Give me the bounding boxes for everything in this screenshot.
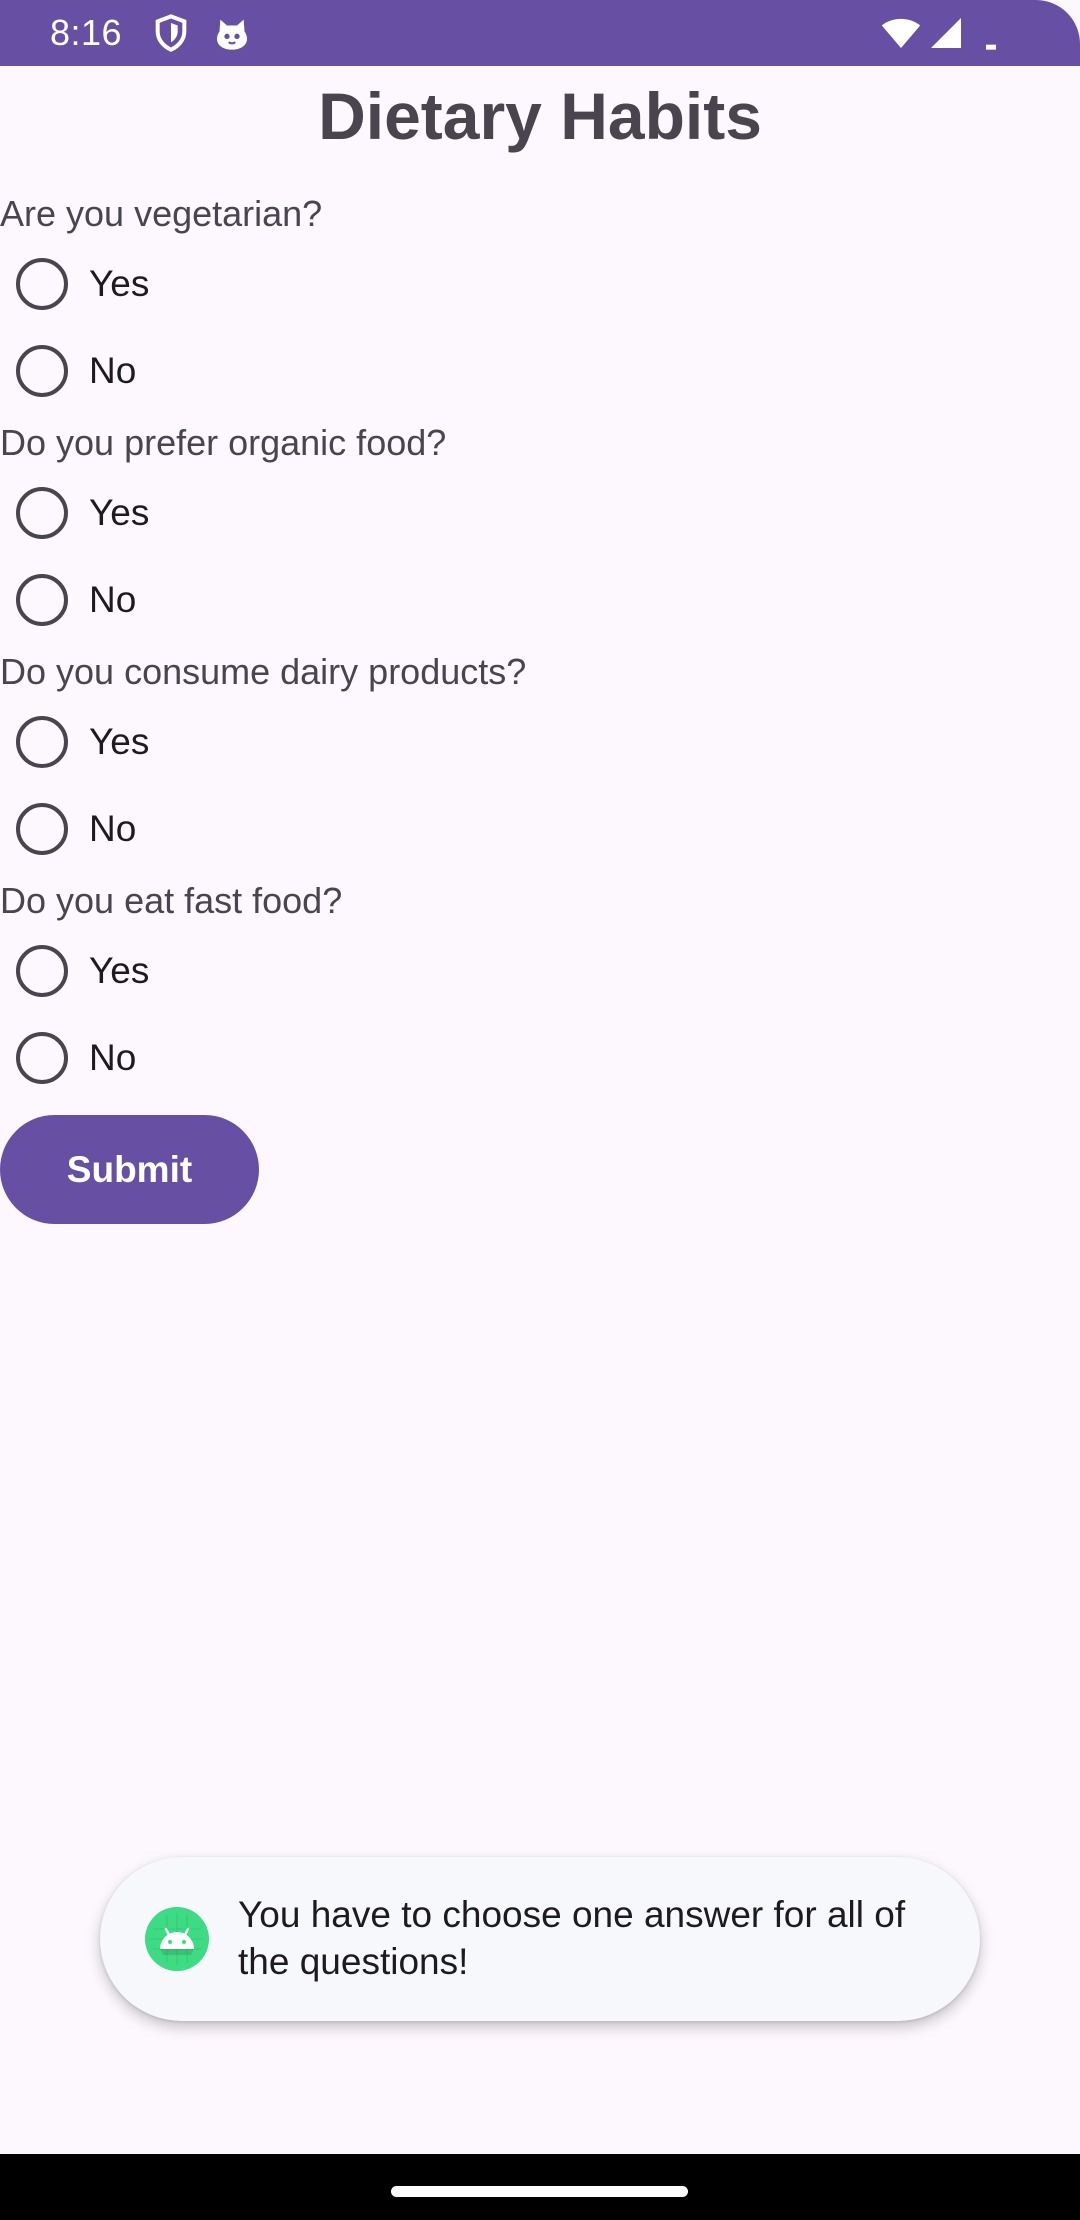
page-title: Dietary Habits xyxy=(318,79,762,153)
vegetarian-no-option[interactable]: No xyxy=(0,327,240,415)
shield-icon xyxy=(151,13,191,53)
status-bar: 8:16 xyxy=(0,0,1080,66)
status-time: 8:16 xyxy=(50,12,123,53)
option-label: Yes xyxy=(89,263,150,304)
cat-face-icon xyxy=(212,13,252,53)
organic-no-option[interactable]: No xyxy=(0,556,240,644)
fast-food-no-option[interactable]: No xyxy=(0,1014,240,1102)
radio-button[interactable] xyxy=(16,258,68,310)
fast-food-yes-option[interactable]: Yes xyxy=(0,927,240,1015)
radio-button[interactable] xyxy=(16,803,68,855)
cellular-signal-icon xyxy=(928,13,964,53)
question-vegetarian: Are you vegetarian? xyxy=(0,193,323,234)
question-organic-food: Do you prefer organic food? xyxy=(0,422,447,463)
option-label: No xyxy=(89,1037,137,1078)
option-label: Yes xyxy=(89,721,150,762)
android-app-icon xyxy=(145,1907,209,1971)
option-label: No xyxy=(89,808,137,849)
option-label: No xyxy=(89,350,137,391)
home-handle[interactable] xyxy=(391,2186,688,2197)
dairy-no-option[interactable]: No xyxy=(0,785,240,873)
radio-button[interactable] xyxy=(16,945,68,997)
toast-message: You have to choose one answer for all of… xyxy=(100,1857,980,2021)
dairy-yes-option[interactable]: Yes xyxy=(0,698,240,786)
option-label: No xyxy=(89,579,137,620)
radio-button[interactable] xyxy=(16,487,68,539)
radio-button[interactable] xyxy=(16,716,68,768)
wifi-icon xyxy=(880,13,922,53)
radio-button[interactable] xyxy=(16,574,68,626)
toast-text: You have to choose one answer for all of… xyxy=(238,1894,906,1982)
option-label: Yes xyxy=(89,950,150,991)
organic-yes-option[interactable]: Yes xyxy=(0,469,240,557)
option-label: Yes xyxy=(89,492,150,533)
question-fast-food: Do you eat fast food? xyxy=(0,880,343,921)
radio-button[interactable] xyxy=(16,1032,68,1084)
battery-icon xyxy=(984,13,998,53)
radio-button[interactable] xyxy=(16,345,68,397)
submit-button[interactable]: Submit xyxy=(0,1115,259,1224)
vegetarian-yes-option[interactable]: Yes xyxy=(0,240,240,328)
question-dairy-products: Do you consume dairy products? xyxy=(0,651,527,692)
